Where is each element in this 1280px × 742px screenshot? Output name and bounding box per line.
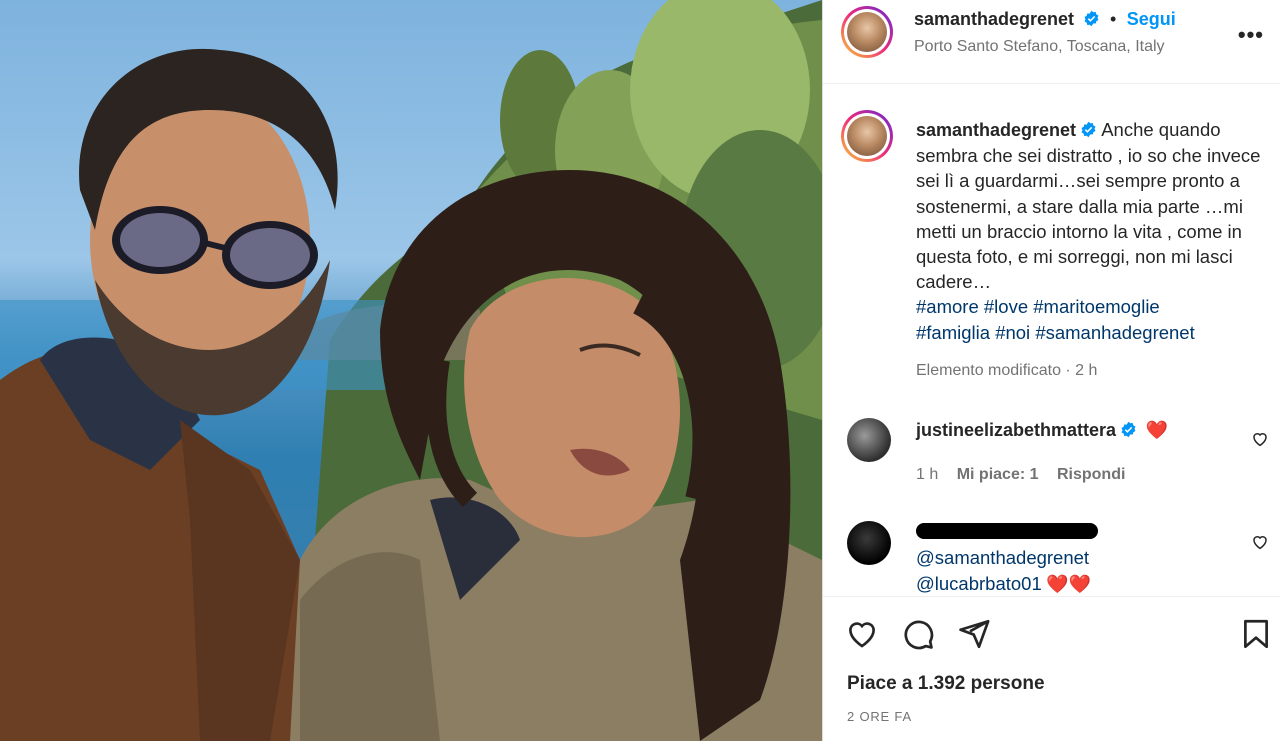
commenter-avatar[interactable] — [847, 521, 891, 565]
comment-text: ❤️❤️ — [1046, 574, 1092, 594]
redacted-username — [916, 523, 1098, 539]
verified-icon — [1121, 421, 1136, 438]
mention-link[interactable]: @samanthadegrenet — [916, 547, 1091, 569]
caption-meta: Elemento modificato · 2 h — [916, 362, 1098, 379]
hashtag[interactable]: #samanhadegrenet — [1035, 322, 1194, 343]
hashtag[interactable]: #maritoemoglie — [1033, 296, 1159, 317]
follow-button[interactable]: Segui — [1127, 9, 1176, 29]
mention-link[interactable]: @lucabrbato01 — [916, 573, 1042, 594]
post-actions: Piace a 1.392 persone 2 ORE FA — [823, 596, 1280, 742]
comment-body: @samanthadegrenet @lucabrbato01 ❤️❤️ — [916, 547, 1091, 595]
commenter-avatar[interactable] — [847, 418, 891, 462]
caption-text: Anche quando sembra che sei distratto , … — [916, 119, 1261, 293]
post-time: 2 ORE FA — [847, 709, 912, 724]
comment-line: justineelizabethmattera ❤️ — [916, 420, 1168, 441]
author-username[interactable]: samanthadegrenet — [914, 9, 1074, 29]
caption: samanthadegrenet Anche quando sembra che… — [916, 117, 1266, 345]
share-icon[interactable] — [957, 617, 991, 651]
more-icon[interactable]: ••• — [1238, 22, 1264, 48]
post-photo[interactable] — [0, 0, 822, 741]
caption-avatar[interactable] — [841, 110, 893, 162]
hashtag[interactable]: #noi — [995, 322, 1030, 343]
reply-button[interactable]: Rispondi — [1057, 466, 1125, 483]
comments-area: samanthadegrenet Anche quando sembra che… — [823, 83, 1280, 595]
comment-time: 1 h — [916, 466, 939, 483]
like-comment-icon[interactable] — [1251, 533, 1269, 551]
photo-illustration — [0, 0, 822, 741]
heart-icon[interactable] — [845, 617, 879, 651]
hashtag[interactable]: #amore — [916, 296, 979, 317]
comment-actions: 1 h Mi piace: 1 Rispondi — [916, 466, 1125, 484]
likes-count[interactable]: Piace a 1.392 persone — [847, 673, 1045, 695]
verified-icon — [1081, 121, 1096, 138]
caption-username[interactable]: samanthadegrenet — [916, 120, 1076, 140]
hashtag[interactable]: #famiglia — [916, 322, 990, 343]
verified-icon — [1084, 10, 1098, 27]
author-avatar[interactable] — [841, 6, 893, 58]
hashtag[interactable]: #love — [984, 296, 1028, 317]
post-header: samanthadegrenet • Segui Porto Santo Ste… — [823, 0, 1280, 84]
comment-text: ❤️ — [1145, 420, 1168, 440]
header-userline: samanthadegrenet • Segui — [914, 9, 1176, 30]
like-comment-icon[interactable] — [1251, 430, 1269, 448]
bookmark-icon[interactable] — [1239, 617, 1273, 651]
header-separator: • — [1109, 9, 1117, 29]
comment-likes[interactable]: Mi piace: 1 — [957, 466, 1039, 483]
post-location[interactable]: Porto Santo Stefano, Toscana, Italy — [914, 38, 1165, 56]
post-side-panel: samanthadegrenet • Segui Porto Santo Ste… — [822, 0, 1280, 741]
comment-username[interactable]: justineelizabethmattera — [916, 420, 1116, 440]
comment-icon[interactable] — [901, 617, 935, 651]
